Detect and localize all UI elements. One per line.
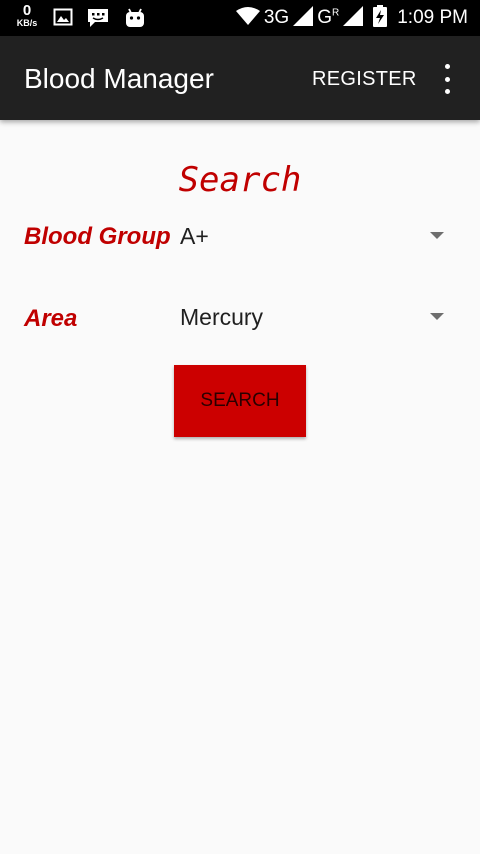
network-speed: 0 KB/s <box>12 3 42 28</box>
signal-icon <box>293 5 314 31</box>
network-type-label-2: GR <box>317 7 340 28</box>
blood-group-dropdown[interactable]: A+ <box>180 217 450 257</box>
page-title: Search <box>178 160 302 200</box>
network-speed-unit: KB/s <box>16 18 38 28</box>
signal-icon <box>343 5 364 31</box>
status-indicators: 3G GR 1:09 PM <box>235 4 468 32</box>
dropdown-arrow-icon <box>430 313 444 320</box>
register-button[interactable]: REGISTER <box>312 68 417 91</box>
battery-charging-icon <box>373 4 388 32</box>
chat-icon <box>86 7 110 34</box>
network-speed-value: 0 <box>22 2 32 19</box>
network-type-label: 3G <box>263 7 290 28</box>
more-vert-icon[interactable] <box>437 64 457 94</box>
blood-group-value: A+ <box>180 223 209 249</box>
image-icon <box>53 7 73 32</box>
app-title: Blood Manager <box>24 63 214 94</box>
app-toolbar: Blood Manager REGISTER <box>0 36 480 120</box>
area-dropdown[interactable]: Mercury <box>180 298 450 338</box>
wifi-icon <box>235 6 260 31</box>
area-label: Area <box>24 305 78 332</box>
android-icon <box>124 7 146 34</box>
dropdown-arrow-icon <box>430 232 444 239</box>
area-value: Mercury <box>180 304 264 330</box>
clock: 1:09 PM <box>397 7 468 28</box>
blood-group-label: Blood Group <box>24 223 171 250</box>
status-bar: 0 KB/s 3G GR 1:09 PM <box>0 0 480 36</box>
search-button[interactable]: SEARCH <box>174 365 306 437</box>
